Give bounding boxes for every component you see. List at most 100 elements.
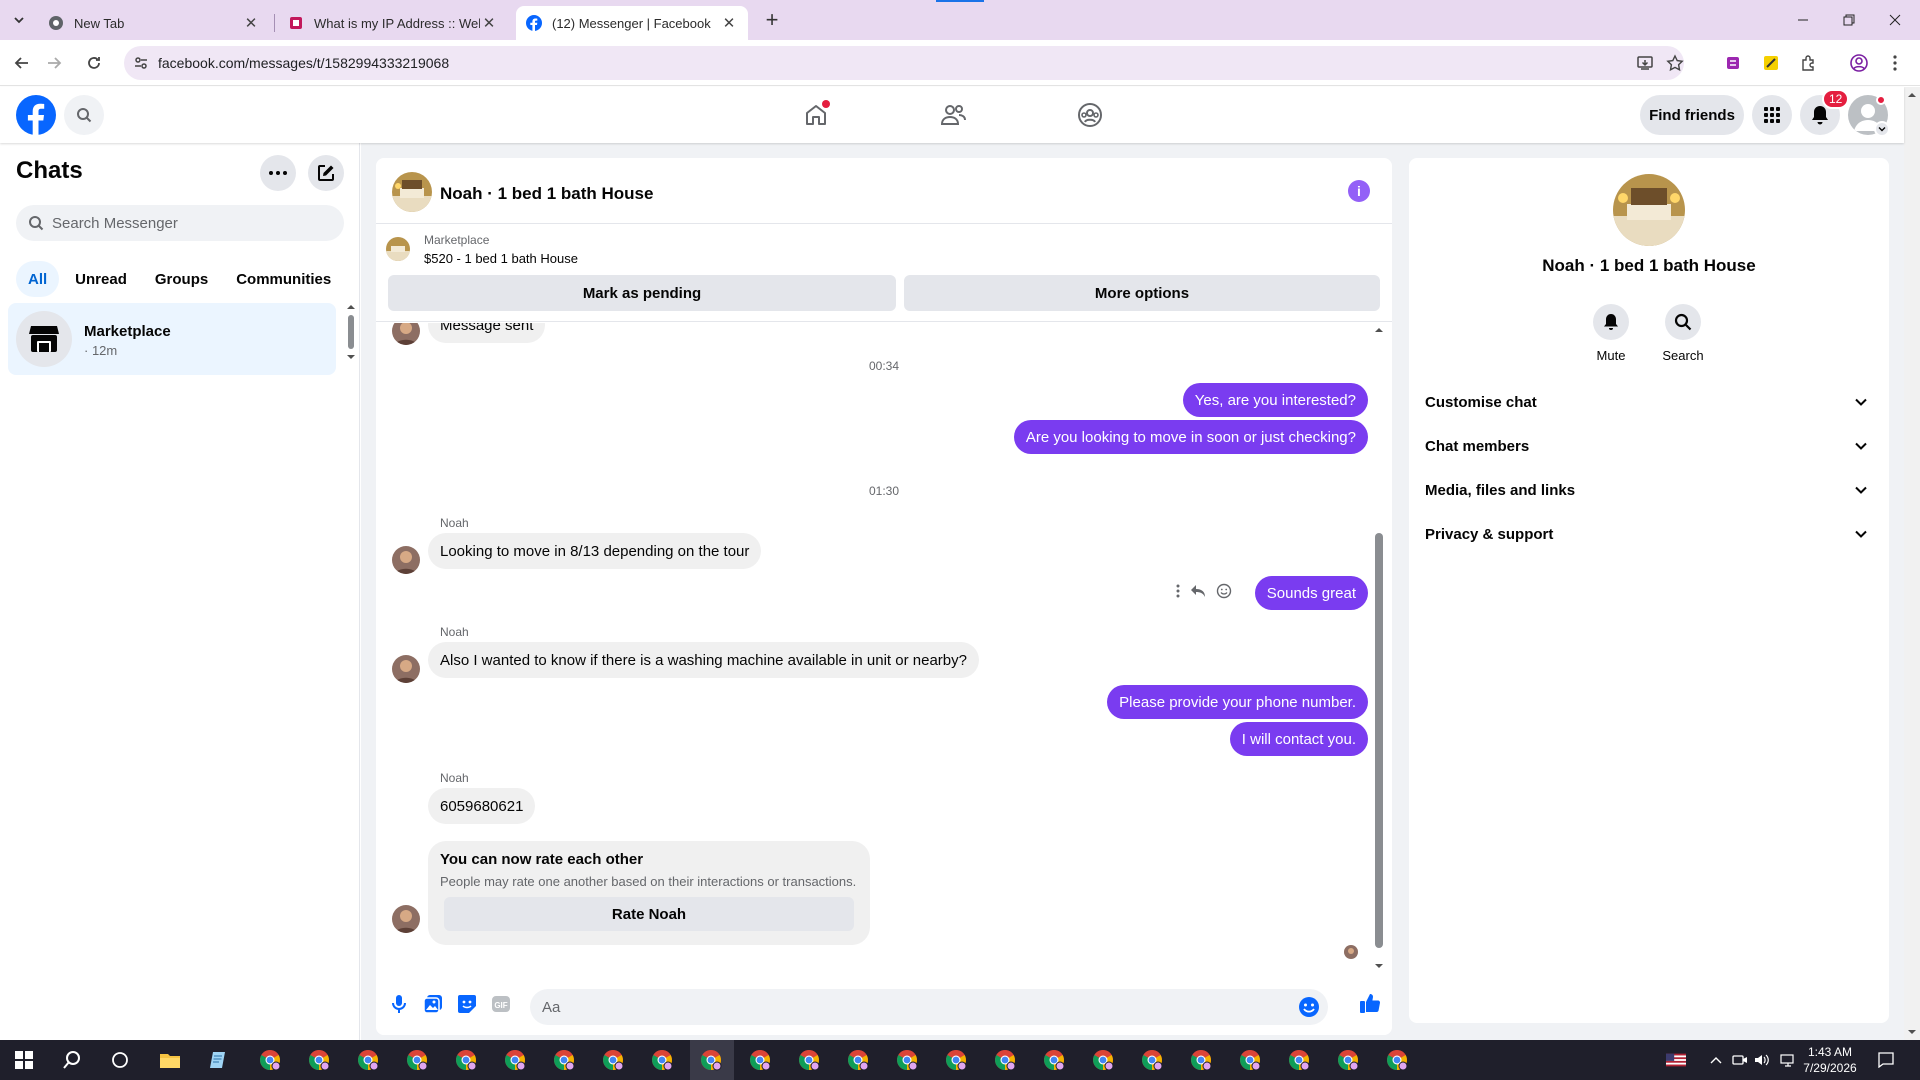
privacy-support-row[interactable]: Privacy & support	[1425, 512, 1873, 556]
extension-icon[interactable]	[1758, 50, 1784, 76]
search-action[interactable]: Search	[1653, 304, 1713, 363]
reload-icon[interactable]	[80, 50, 108, 76]
thread-scrollbar-thumb[interactable]	[1375, 533, 1383, 948]
filter-unread[interactable]: Unread	[63, 261, 139, 297]
more-vertical-icon[interactable]	[1176, 584, 1180, 598]
conversation-info-icon[interactable]: i	[1348, 180, 1370, 202]
message-bubble-outgoing[interactable]: Sounds great	[1254, 576, 1368, 610]
chrome-taskbar-icon[interactable]	[887, 1044, 927, 1076]
chrome-taskbar-icon[interactable]	[397, 1044, 437, 1076]
chats-options-button[interactable]	[260, 155, 296, 191]
extension-icon[interactable]	[1720, 50, 1746, 76]
page-scrollbar[interactable]	[1904, 87, 1920, 1040]
thumbs-up-icon[interactable]	[1358, 991, 1382, 1015]
info-panel-avatar[interactable]	[1613, 174, 1685, 246]
chrome-taskbar-icon[interactable]	[348, 1044, 388, 1076]
filter-groups[interactable]: Groups	[143, 261, 220, 297]
minimize-icon[interactable]	[1780, 4, 1826, 36]
chrome-taskbar-icon[interactable]	[446, 1044, 486, 1076]
taskbar-search-icon[interactable]	[52, 1044, 92, 1076]
bookmark-star-icon[interactable]	[1660, 46, 1690, 80]
close-tab-icon[interactable]: ✕	[242, 14, 260, 32]
chrome-taskbar-icon[interactable]	[1328, 1044, 1368, 1076]
chrome-taskbar-icon[interactable]	[691, 1044, 731, 1076]
message-bubble-incoming[interactable]: Looking to move in 8/13 depending on the…	[428, 533, 762, 569]
conversation-avatar[interactable]	[392, 172, 432, 212]
message-bubble-incoming[interactable]: 6059680621	[428, 788, 536, 824]
messenger-search[interactable]	[16, 205, 344, 241]
gif-icon[interactable]: GIF	[490, 993, 512, 1015]
message-bubble-outgoing[interactable]: I will contact you.	[1229, 722, 1368, 756]
restore-icon[interactable]	[1826, 4, 1872, 36]
filter-all[interactable]: All	[16, 261, 60, 297]
new-tab-plus-icon[interactable]: +	[758, 7, 786, 32]
chrome-taskbar-icon[interactable]	[642, 1044, 682, 1076]
thread-scrollbar[interactable]	[1372, 323, 1386, 973]
browser-profile-icon[interactable]	[1846, 50, 1872, 76]
message-bubble-outgoing[interactable]: Are you looking to move in soon or just …	[1013, 420, 1368, 454]
message-bubble-incoming[interactable]: Also I wanted to know if there is a wash…	[428, 642, 979, 678]
site-info-icon[interactable]	[124, 46, 158, 80]
chrome-taskbar-icon[interactable]	[1181, 1044, 1221, 1076]
listing-thumbnail[interactable]	[386, 237, 410, 261]
chrome-taskbar-icon[interactable]	[250, 1044, 290, 1076]
chrome-taskbar-icon[interactable]	[1083, 1044, 1123, 1076]
facebook-logo-icon[interactable]	[16, 95, 56, 135]
back-arrow-icon[interactable]	[8, 50, 36, 76]
chrome-taskbar-icon[interactable]	[1279, 1044, 1319, 1076]
chrome-taskbar-icon[interactable]	[1377, 1044, 1417, 1076]
rate-noah-button[interactable]: Rate Noah	[444, 897, 854, 931]
photo-icon[interactable]	[422, 993, 444, 1015]
extensions-puzzle-icon[interactable]	[1796, 50, 1822, 76]
close-tab-icon[interactable]: ✕	[720, 14, 738, 32]
file-explorer-icon[interactable]	[150, 1044, 190, 1076]
menu-grid-button[interactable]	[1752, 95, 1792, 135]
reply-icon[interactable]	[1190, 584, 1206, 598]
message-bubble-incoming[interactable]: Message sent	[428, 323, 546, 343]
chrome-taskbar-icon[interactable]	[299, 1044, 339, 1076]
new-message-button[interactable]	[308, 155, 344, 191]
message-bubble-outgoing[interactable]: Please provide your phone number.	[1107, 685, 1368, 719]
chrome-taskbar-icon[interactable]	[1034, 1044, 1074, 1076]
language-flag-icon[interactable]	[1666, 1050, 1686, 1070]
account-chevron-down-icon[interactable]	[1874, 121, 1890, 137]
chrome-taskbar-icon[interactable]	[838, 1044, 878, 1076]
notepad-icon[interactable]	[198, 1044, 238, 1076]
react-smiley-icon[interactable]	[1216, 583, 1232, 599]
notifications-button[interactable]: 12	[1800, 89, 1850, 135]
nav-groups[interactable]	[1034, 87, 1146, 143]
chat-members-row[interactable]: Chat members	[1425, 424, 1873, 468]
meet-now-icon[interactable]	[1730, 1050, 1750, 1070]
task-view-icon[interactable]	[100, 1044, 140, 1076]
close-tab-icon[interactable]: ✕	[480, 14, 498, 32]
listing-title[interactable]: $520 - 1 bed 1 bath House	[424, 251, 578, 266]
microphone-icon[interactable]	[388, 993, 410, 1015]
chrome-taskbar-icon[interactable]	[985, 1044, 1025, 1076]
message-bubble-outgoing[interactable]: Yes, are you interested?	[1182, 383, 1368, 417]
chrome-taskbar-icon[interactable]	[544, 1044, 584, 1076]
tray-chevron-up-icon[interactable]	[1706, 1050, 1726, 1070]
message-input[interactable]	[542, 998, 1282, 1016]
volume-icon[interactable]	[1752, 1050, 1772, 1070]
tab-messenger[interactable]: (12) Messenger | Facebook ✕	[516, 6, 748, 40]
chrome-taskbar-icon[interactable]	[789, 1044, 829, 1076]
chrome-taskbar-icon[interactable]	[1132, 1044, 1172, 1076]
chrome-taskbar-icon[interactable]	[495, 1044, 535, 1076]
chrome-taskbar-icon[interactable]	[936, 1044, 976, 1076]
filter-communities[interactable]: Communities	[224, 261, 343, 297]
media-files-links-row[interactable]: Media, files and links	[1425, 468, 1873, 512]
emoji-icon[interactable]	[1298, 996, 1320, 1018]
mark-as-pending-button[interactable]: Mark as pending	[388, 275, 896, 311]
facebook-search-button[interactable]	[64, 95, 104, 135]
tab-ip-address[interactable]: What is my IP Address :: WebBr ✕	[278, 6, 508, 40]
windows-start-icon[interactable]	[4, 1044, 44, 1076]
noah-avatar[interactable]	[392, 905, 420, 933]
chrome-taskbar-icon[interactable]	[740, 1044, 780, 1076]
noah-avatar[interactable]	[392, 546, 420, 574]
browser-menu-kebab-icon[interactable]	[1882, 50, 1908, 76]
nav-friends[interactable]	[897, 87, 1009, 143]
tab-new-tab[interactable]: New Tab ✕	[38, 6, 270, 40]
tab-search-chevron-icon[interactable]	[8, 9, 30, 31]
mute-action[interactable]: Mute	[1581, 304, 1641, 363]
chat-list-scrollbar[interactable]	[346, 303, 356, 363]
